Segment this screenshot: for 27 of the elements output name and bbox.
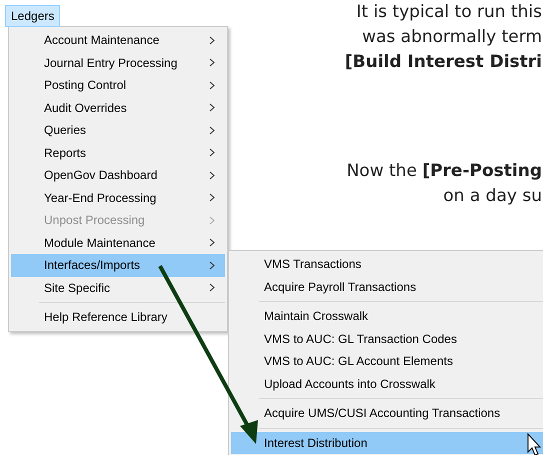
- menu-item[interactable]: Year-End Processing: [11, 186, 225, 209]
- menu-item[interactable]: VMS to AUC: GL Transaction Codes: [231, 328, 543, 350]
- paragraph-line: on a day su: [443, 185, 542, 208]
- menu-item[interactable]: Maintain Crosswalk: [231, 305, 543, 328]
- menu-item[interactable]: Site Specific: [11, 276, 225, 299]
- menu-bar-item[interactable]: Ledgers: [5, 5, 60, 27]
- menu-item[interactable]: Reports: [11, 142, 225, 164]
- menu-item[interactable]: Interfaces/Imports: [11, 254, 225, 276]
- menu-item[interactable]: Posting Control: [11, 74, 225, 96]
- paragraph-line: It is typical to run this: [356, 1, 542, 24]
- menu-item[interactable]: Audit Overrides: [11, 96, 225, 119]
- menu-item[interactable]: Acquire UMS/CUSI Accounting Transactions: [231, 402, 543, 424]
- menu-item[interactable]: Module Maintenance: [11, 232, 225, 254]
- paragraph-line: [Build Interest Distri: [344, 51, 542, 74]
- menu-item[interactable]: Acquire Payroll Transactions: [231, 276, 543, 298]
- menu-item[interactable]: VMS to AUC: GL Account Elements: [231, 350, 543, 372]
- mouse-cursor-icon: [528, 432, 542, 455]
- menu-item[interactable]: Interest Distribution: [231, 432, 543, 454]
- menu-item[interactable]: Journal Entry Processing: [11, 52, 225, 74]
- menu-item[interactable]: VMS Transactions: [231, 253, 543, 276]
- menu-item[interactable]: Queries: [11, 119, 225, 142]
- menu-item[interactable]: OpenGov Dashboard: [11, 164, 225, 186]
- menu-item[interactable]: Account Maintenance: [11, 29, 225, 52]
- paragraph-line: Now the [Pre-Posting: [346, 160, 542, 183]
- menu-item[interactable]: Upload Accounts into Crosswalk: [231, 372, 543, 395]
- paragraph-line: was abnormally term: [362, 26, 542, 49]
- menu-item[interactable]: Help Reference Library: [11, 306, 225, 328]
